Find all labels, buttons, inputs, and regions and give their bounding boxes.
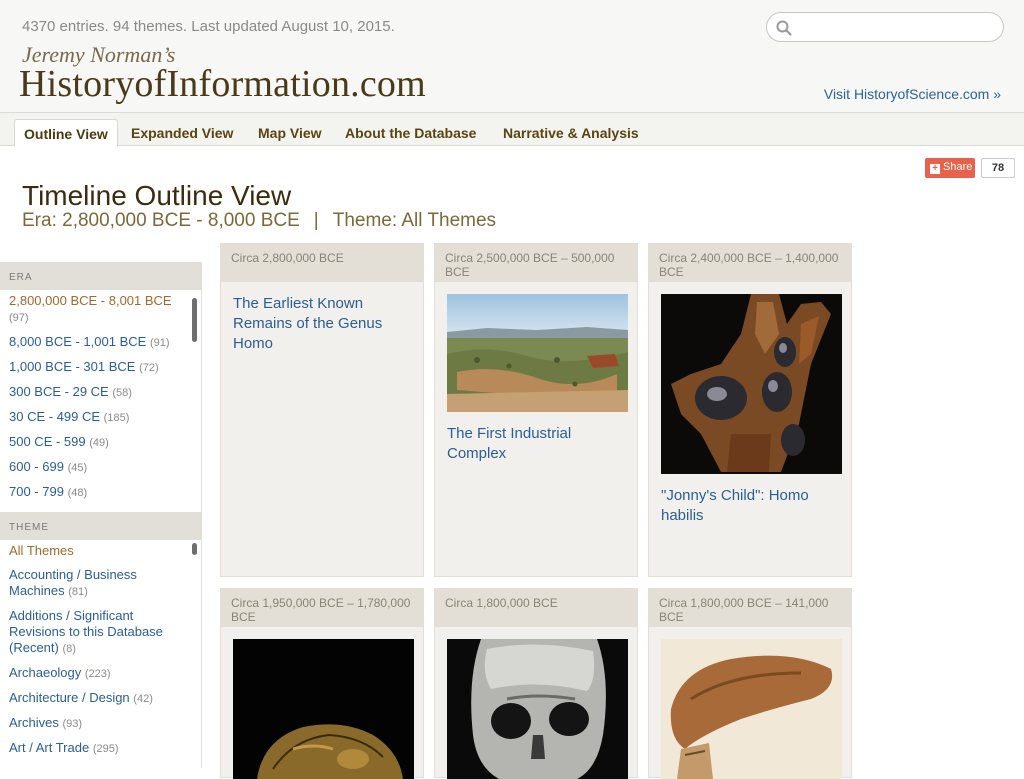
search-icon — [776, 20, 792, 36]
theme-item-count: (223) — [84, 668, 111, 680]
era-item-count: (97) — [9, 312, 29, 324]
era-item[interactable]: 500 CE - 599 (49) — [0, 431, 201, 456]
era-item-label: 500 CE - 599 — [9, 434, 86, 449]
theme-item[interactable]: Art / Art Trade (295) — [0, 737, 201, 762]
timeline-card[interactable]: Circa 2,500,000 BCE – 500,000 BCE The Fi… — [434, 243, 638, 577]
era-item[interactable]: 2,800,000 BCE - 8,001 BCE (97) — [0, 290, 201, 331]
card-date: Circa 2,400,000 BCE – 1,400,000 BCE — [649, 244, 851, 282]
theme-item-count: (42) — [133, 693, 153, 705]
era-scroll-thumb[interactable] — [192, 298, 197, 342]
theme-item[interactable]: Additions / Significant Revisions to thi… — [0, 605, 201, 662]
theme-scroll-thumb[interactable] — [192, 543, 197, 555]
era-item-count: (185) — [103, 412, 130, 424]
timeline-card[interactable]: Circa 1,800,000 BCE – 141,000 BCE — [648, 588, 852, 779]
skull-bw-image[interactable] — [447, 639, 628, 779]
card-title-link[interactable]: "Jonny's Child": Homo habilis — [661, 486, 845, 526]
theme-list[interactable]: All Themes Accounting / Business Machines… — [0, 540, 201, 764]
visit-historyofscience-link[interactable]: Visit HistoryofScience.com » — [824, 86, 1001, 102]
theme-item[interactable]: Accounting / Business Machines (81) — [0, 564, 201, 605]
theme-item-label: Archives — [9, 715, 59, 730]
site-logo[interactable]: HistoryofInformation.com — [19, 62, 426, 106]
plus-icon: + — [930, 164, 940, 174]
tab-map-view[interactable]: Map View — [249, 119, 331, 147]
site-stats: 4370 entries. 94 themes. Last updated Au… — [22, 18, 395, 35]
theme-item-label: Archaeology — [9, 665, 82, 680]
era-header: ERA — [0, 262, 202, 290]
era-item-label: 8,000 BCE - 1,001 BCE — [9, 334, 147, 349]
skull-image[interactable] — [233, 639, 414, 779]
share-button[interactable]: + Share — [925, 158, 975, 178]
era-item[interactable]: 700 - 799 (48) — [0, 481, 201, 506]
theme-item-count: (81) — [68, 586, 88, 598]
search-input[interactable] — [797, 18, 997, 38]
timeline-card[interactable]: Circa 2,400,000 BCE – 1,400,000 BCE "Jon… — [648, 243, 852, 577]
sidebar: ERA 2,800,000 BCE - 8,001 BCE (97) 8,000 … — [0, 262, 202, 768]
subtitle-separator: | — [313, 210, 319, 231]
share-label: Share — [943, 161, 973, 173]
theme-item[interactable]: Architecture / Design (42) — [0, 687, 201, 712]
tab-about-database[interactable]: About the Database — [336, 119, 485, 147]
theme-item[interactable]: Archives (93) — [0, 712, 201, 737]
theme-filter-text: Theme: All Themes — [332, 210, 497, 231]
era-item-count: (48) — [67, 487, 88, 499]
theme-item-count: (295) — [92, 743, 119, 755]
tab-expanded-view[interactable]: Expanded View — [122, 119, 242, 147]
era-item-label: 700 - 799 — [9, 484, 64, 499]
era-item[interactable]: 1,000 BCE - 301 BCE (72) — [0, 356, 201, 381]
theme-item[interactable]: Archaeology (223) — [0, 662, 201, 687]
era-item[interactable]: 8,000 BCE - 1,001 BCE (91) — [0, 331, 201, 356]
card-date: Circa 1,950,000 BCE – 1,780,000 BCE — [221, 589, 423, 627]
theme-item-count: (93) — [62, 718, 83, 730]
share-count: 78 — [981, 158, 1015, 178]
era-item-count: (72) — [139, 362, 159, 374]
tab-outline-view[interactable]: Outline View — [14, 119, 118, 147]
era-item-count: (45) — [67, 462, 88, 474]
fossil-sepia-image[interactable] — [661, 639, 842, 779]
main-nav: Outline View Expanded View Map View Abou… — [0, 113, 1024, 147]
search-box[interactable] — [766, 12, 1004, 42]
site-header: 4370 entries. 94 themes. Last updated Au… — [0, 0, 1024, 113]
era-item-count: (49) — [89, 437, 109, 449]
era-item-count: (91) — [149, 337, 170, 349]
card-date: Circa 1,800,000 BCE — [435, 589, 637, 627]
era-item-label: 1,000 BCE - 301 BCE — [9, 359, 136, 374]
era-item[interactable]: 300 BCE - 29 CE (58) — [0, 381, 201, 406]
theme-item-label: All Themes — [9, 543, 74, 558]
era-item-label: 2,800,000 BCE - 8,001 BCE — [9, 293, 172, 308]
era-item[interactable]: 30 CE - 499 CE (185) — [0, 406, 201, 431]
card-title-link[interactable]: The First Industrial Complex — [447, 424, 631, 464]
theme-item-label: Additions / Significant Revisions to thi… — [9, 608, 163, 655]
era-item[interactable]: 600 - 699 (45) — [0, 456, 201, 481]
landscape-image[interactable] — [447, 294, 628, 412]
theme-header: THEME — [0, 512, 202, 540]
theme-item-label: Architecture / Design — [9, 690, 130, 705]
timeline-card[interactable]: Circa 2,800,000 BCE The Earliest Known R… — [220, 243, 424, 577]
theme-item-count: (8) — [62, 643, 76, 655]
timeline-card[interactable]: Circa 1,800,000 BCE — [434, 588, 638, 779]
theme-item[interactable]: All Themes — [0, 540, 201, 564]
timeline-card[interactable]: Circa 1,950,000 BCE – 1,780,000 BCE — [220, 588, 424, 779]
era-filter-text: Era: 2,800,000 BCE - 8,000 BCE — [22, 210, 300, 231]
tab-narrative-analysis[interactable]: Narrative & Analysis — [494, 119, 648, 147]
page-title: Timeline Outline View — [22, 180, 292, 211]
jaw-fossil-image[interactable] — [661, 294, 842, 474]
card-date: Circa 1,800,000 BCE – 141,000 BCE — [649, 589, 851, 627]
theme-item-label: Art / Art Trade — [9, 740, 90, 755]
card-date: Circa 2,800,000 BCE — [221, 244, 423, 282]
card-date: Circa 2,500,000 BCE – 500,000 BCE — [435, 244, 637, 282]
era-list[interactable]: 2,800,000 BCE - 8,001 BCE (97) 8,000 BCE … — [0, 290, 201, 512]
era-item-count: (58) — [112, 387, 132, 399]
page-subtitle: Era: 2,800,000 BCE - 8,000 BCE | Theme: Al… — [22, 210, 496, 232]
card-title-link[interactable]: The Earliest Known Remains of the Genus … — [233, 294, 417, 354]
era-item-label: 600 - 699 — [9, 459, 64, 474]
era-item-label: 300 BCE - 29 CE — [9, 384, 109, 399]
era-item-label: 30 CE - 499 CE — [9, 409, 101, 424]
